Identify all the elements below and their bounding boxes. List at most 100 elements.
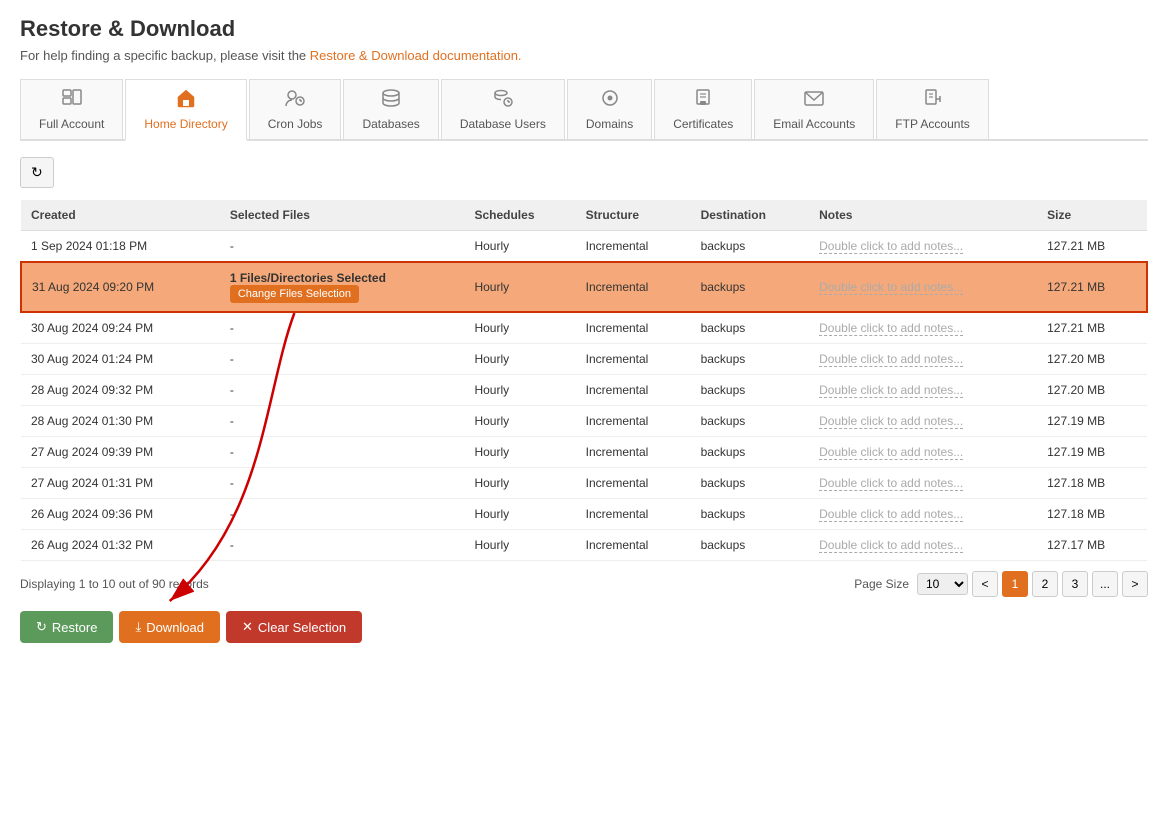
notes-placeholder[interactable]: Double click to add notes...: [819, 476, 963, 491]
table-row[interactable]: 27 Aug 2024 09:39 PM-HourlyIncrementalba…: [21, 437, 1147, 468]
certificates-icon: [692, 88, 714, 113]
cell-created: 30 Aug 2024 01:24 PM: [21, 344, 220, 375]
cell-notes[interactable]: Double click to add notes...: [809, 499, 1037, 530]
cell-notes[interactable]: Double click to add notes...: [809, 312, 1037, 344]
cell-structure: Incremental: [576, 231, 691, 263]
domains-icon: [599, 88, 621, 113]
cell-created: 31 Aug 2024 09:20 PM: [21, 262, 220, 312]
cell-created: 26 Aug 2024 09:36 PM: [21, 499, 220, 530]
tab-label-email-accounts: Email Accounts: [773, 117, 855, 131]
refresh-button[interactable]: ↻: [20, 157, 54, 188]
col-header-selected-files: Selected Files: [220, 200, 465, 231]
full-account-icon: [61, 88, 83, 113]
table-row[interactable]: 26 Aug 2024 09:36 PM-HourlyIncrementalba…: [21, 499, 1147, 530]
clear-selection-button[interactable]: ✕ Clear Selection: [226, 611, 362, 643]
cell-schedules: Hourly: [464, 499, 575, 530]
cell-destination: backups: [691, 499, 810, 530]
tab-cron-jobs[interactable]: Cron Jobs: [249, 79, 342, 139]
page-3-button[interactable]: 3: [1062, 571, 1088, 597]
cell-size: 127.18 MB: [1037, 499, 1147, 530]
tab-full-account[interactable]: Full Account: [20, 79, 123, 139]
page-2-button[interactable]: 2: [1032, 571, 1058, 597]
database-users-icon: [492, 88, 514, 113]
table-row[interactable]: 26 Aug 2024 01:32 PM-HourlyIncrementalba…: [21, 530, 1147, 561]
cell-notes[interactable]: Double click to add notes...: [809, 375, 1037, 406]
tab-databases[interactable]: Databases: [343, 79, 438, 139]
cell-selected-files: 1 Files/Directories Selected Change File…: [220, 262, 465, 312]
cell-created: 27 Aug 2024 01:31 PM: [21, 468, 220, 499]
cell-selected-files: -: [220, 437, 465, 468]
cell-structure: Incremental: [576, 530, 691, 561]
table-row[interactable]: 28 Aug 2024 01:30 PM-HourlyIncrementalba…: [21, 406, 1147, 437]
cell-created: 1 Sep 2024 01:18 PM: [21, 231, 220, 263]
change-files-button[interactable]: Change Files Selection: [230, 285, 359, 303]
next-page-button[interactable]: >: [1122, 571, 1148, 597]
cell-structure: Incremental: [576, 262, 691, 312]
notes-placeholder[interactable]: Double click to add notes...: [819, 445, 963, 460]
page-size-label: Page Size: [854, 577, 909, 591]
notes-placeholder[interactable]: Double click to add notes...: [819, 321, 963, 336]
cell-size: 127.19 MB: [1037, 406, 1147, 437]
cell-schedules: Hourly: [464, 231, 575, 263]
cell-selected-files: -: [220, 312, 465, 344]
tab-bar: Full Account Home Directory Cron Jobs Da…: [20, 79, 1148, 141]
cell-notes[interactable]: Double click to add notes...: [809, 344, 1037, 375]
cell-destination: backups: [691, 344, 810, 375]
cell-notes[interactable]: Double click to add notes...: [809, 406, 1037, 437]
download-button[interactable]: ⤓ Download: [119, 611, 220, 643]
table-row[interactable]: 30 Aug 2024 09:24 PM-HourlyIncrementalba…: [21, 312, 1147, 344]
cell-notes[interactable]: Double click to add notes...: [809, 262, 1037, 312]
cell-schedules: Hourly: [464, 530, 575, 561]
tab-database-users[interactable]: Database Users: [441, 79, 565, 139]
cell-schedules: Hourly: [464, 262, 575, 312]
tab-label-full-account: Full Account: [39, 117, 104, 131]
table-row[interactable]: 28 Aug 2024 09:32 PM-HourlyIncrementalba…: [21, 375, 1147, 406]
tab-home-directory[interactable]: Home Directory: [125, 79, 246, 141]
cell-structure: Incremental: [576, 437, 691, 468]
tab-domains[interactable]: Domains: [567, 79, 652, 139]
tab-label-certificates: Certificates: [673, 117, 733, 131]
page-...-button[interactable]: ...: [1092, 571, 1118, 597]
cell-destination: backups: [691, 437, 810, 468]
col-header-structure: Structure: [576, 200, 691, 231]
tab-certificates[interactable]: Certificates: [654, 79, 752, 139]
pagination-area: Displaying 1 to 10 out of 90 records Pag…: [20, 571, 1148, 597]
notes-placeholder[interactable]: Double click to add notes...: [819, 280, 963, 295]
notes-placeholder[interactable]: Double click to add notes...: [819, 239, 963, 254]
records-info: Displaying 1 to 10 out of 90 records: [20, 577, 209, 591]
cell-notes[interactable]: Double click to add notes...: [809, 530, 1037, 561]
cron-jobs-icon: [284, 88, 306, 113]
main-content: Restore & Download For help finding a sp…: [0, 0, 1168, 659]
notes-placeholder[interactable]: Double click to add notes...: [819, 507, 963, 522]
cell-notes[interactable]: Double click to add notes...: [809, 231, 1037, 263]
clear-icon: ✕: [242, 619, 253, 635]
cell-destination: backups: [691, 468, 810, 499]
notes-placeholder[interactable]: Double click to add notes...: [819, 352, 963, 367]
clear-label: Clear Selection: [258, 620, 346, 635]
table-row[interactable]: 30 Aug 2024 01:24 PM-HourlyIncrementalba…: [21, 344, 1147, 375]
cell-selected-files: -: [220, 468, 465, 499]
tab-ftp-accounts[interactable]: FTP Accounts: [876, 79, 988, 139]
prev-page-button[interactable]: <: [972, 571, 998, 597]
tab-email-accounts[interactable]: Email Accounts: [754, 79, 874, 139]
bottom-actions: ↻ Restore ⤓ Download ✕ Clear Selection: [20, 611, 1148, 643]
col-header-created: Created: [21, 200, 220, 231]
cell-size: 127.17 MB: [1037, 530, 1147, 561]
table-row[interactable]: 1 Sep 2024 01:18 PM-HourlyIncrementalbac…: [21, 231, 1147, 263]
notes-placeholder[interactable]: Double click to add notes...: [819, 383, 963, 398]
table-row[interactable]: 31 Aug 2024 09:20 PM1 Files/Directories …: [21, 262, 1147, 312]
restore-button[interactable]: ↻ Restore: [20, 611, 113, 643]
help-link[interactable]: Restore & Download documentation.: [310, 48, 522, 63]
cell-structure: Incremental: [576, 406, 691, 437]
table-row[interactable]: 27 Aug 2024 01:31 PM-HourlyIncrementalba…: [21, 468, 1147, 499]
cell-notes[interactable]: Double click to add notes...: [809, 437, 1037, 468]
cell-created: 27 Aug 2024 09:39 PM: [21, 437, 220, 468]
page-1-button[interactable]: 1: [1002, 571, 1028, 597]
ftp-accounts-icon: [922, 88, 944, 113]
page-size-select[interactable]: 102550100: [917, 573, 968, 595]
cell-notes[interactable]: Double click to add notes...: [809, 468, 1037, 499]
notes-placeholder[interactable]: Double click to add notes...: [819, 414, 963, 429]
cell-schedules: Hourly: [464, 437, 575, 468]
notes-placeholder[interactable]: Double click to add notes...: [819, 538, 963, 553]
cell-schedules: Hourly: [464, 406, 575, 437]
